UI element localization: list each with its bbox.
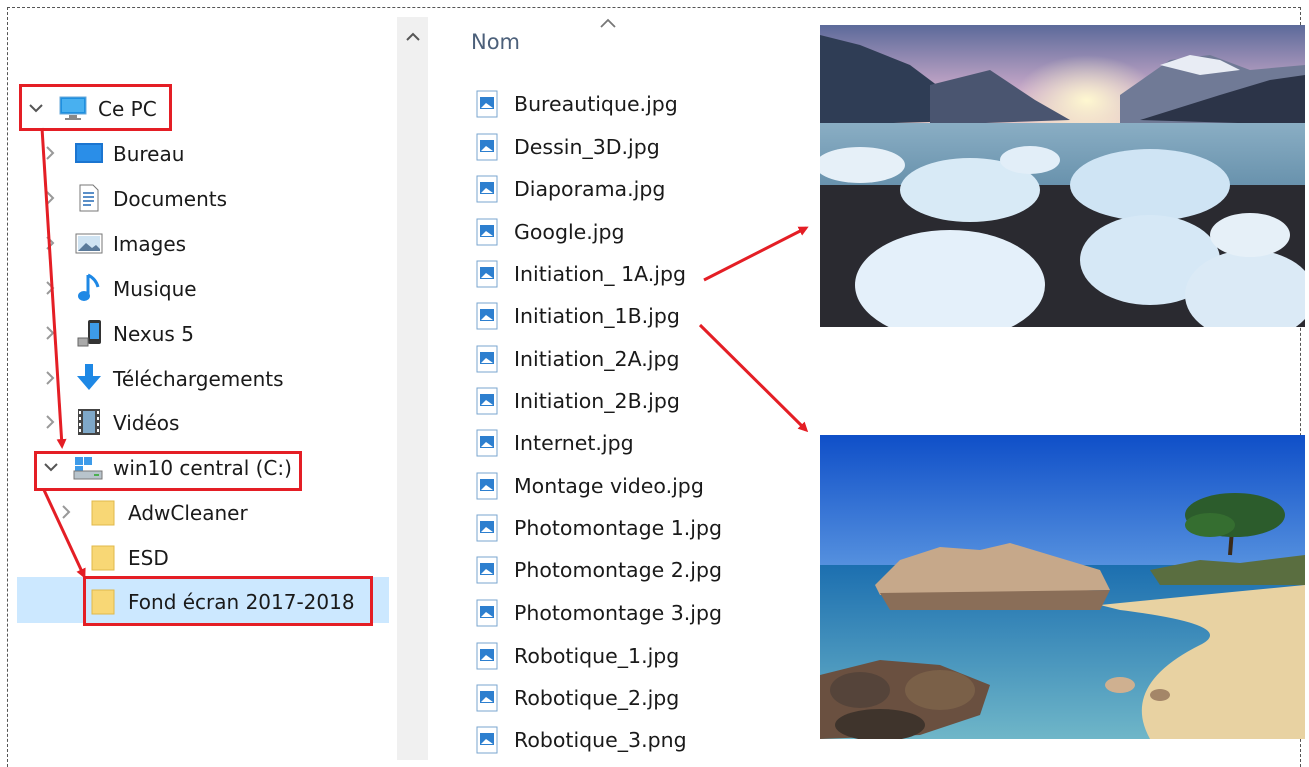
arrow-file-1a-to-preview — [703, 226, 809, 282]
arrow-file-1b-to-preview — [698, 323, 809, 433]
arrow-this-pc-to-drive — [40, 127, 67, 449]
arrow-drive-to-folder — [42, 489, 86, 579]
annotation-arrows — [40, 127, 809, 579]
